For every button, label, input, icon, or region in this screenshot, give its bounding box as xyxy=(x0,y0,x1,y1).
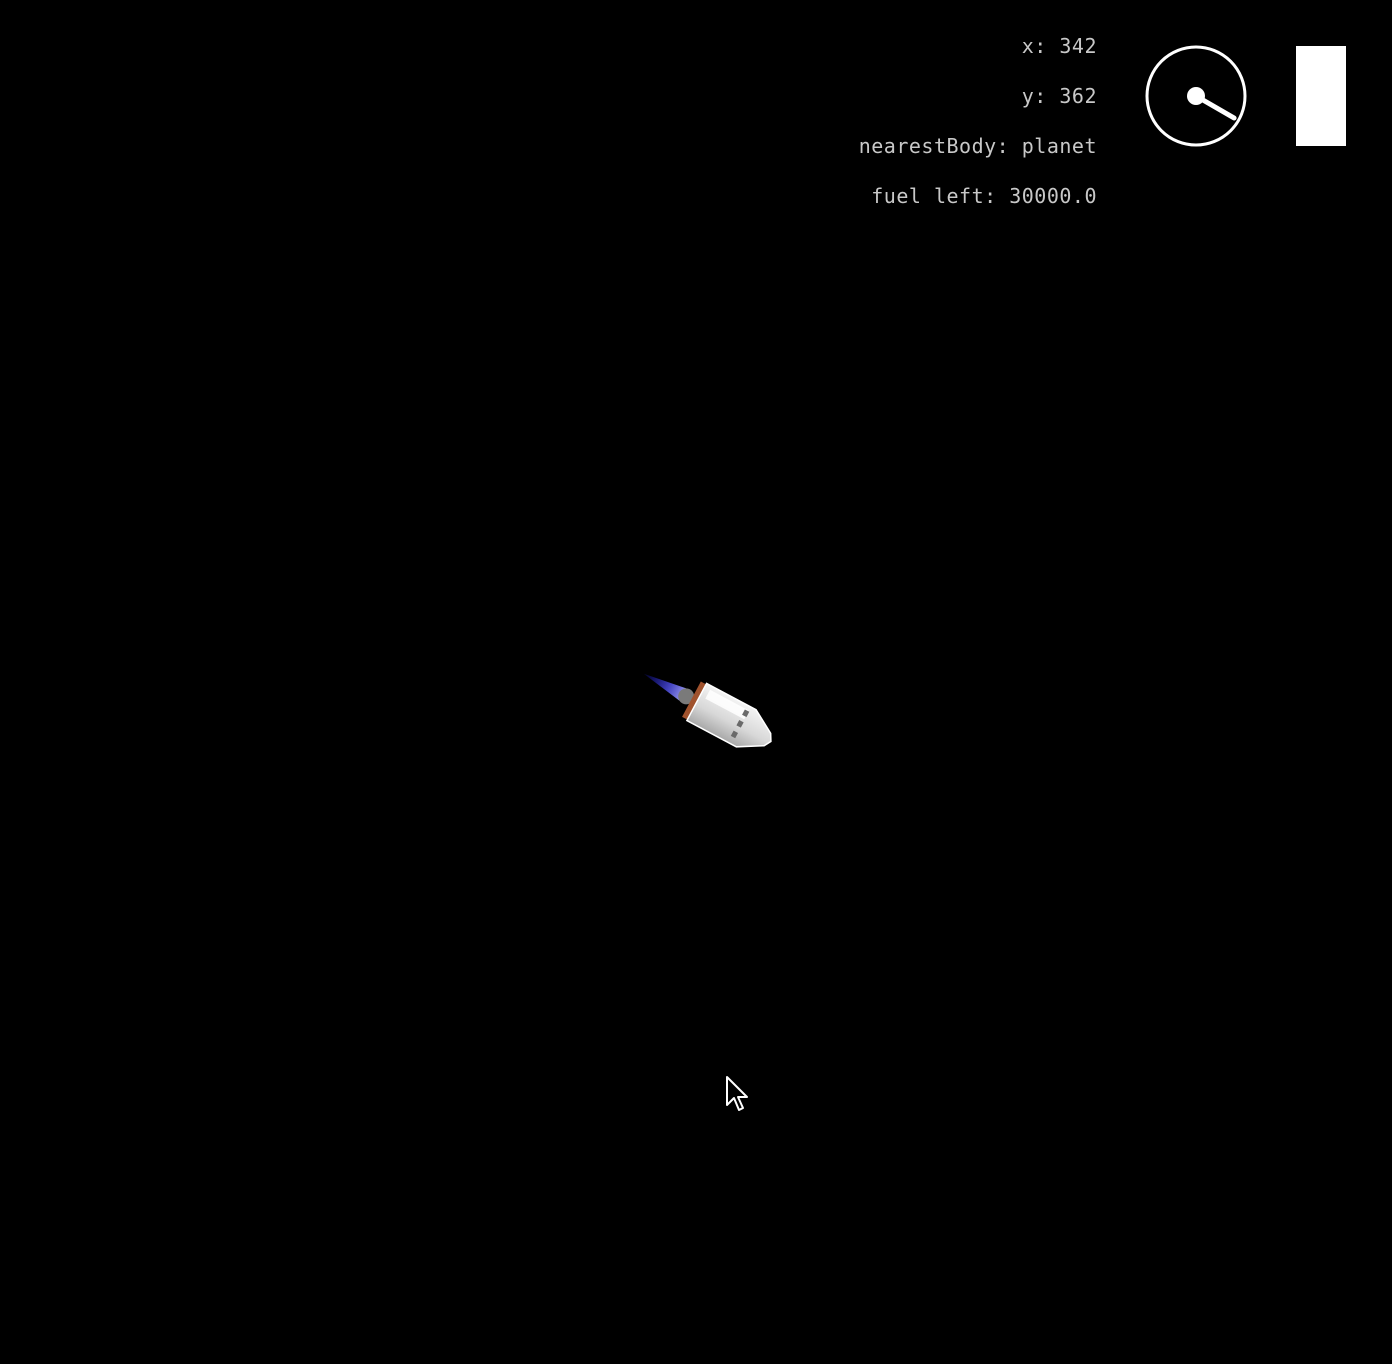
fuel-gauge-fill xyxy=(1296,46,1346,146)
mouse-cursor-icon xyxy=(726,1076,748,1111)
hud-fuel-label: fuel left: xyxy=(871,184,997,208)
hud-fuel-value: 30000.0 xyxy=(1009,184,1097,208)
compass-dial-icon xyxy=(1145,45,1247,147)
game-canvas[interactable]: x: 342 y: 362 nearestBody: planet fuel l… xyxy=(0,0,1392,1364)
hud-y-readout: y: 362 xyxy=(1022,84,1097,108)
hud-x-readout: x: 342 xyxy=(1022,34,1097,58)
hud-y-label: y: xyxy=(1021,84,1047,108)
hud-x-label: x: xyxy=(1021,34,1047,58)
hud-nearest-body-value: planet xyxy=(1021,134,1097,158)
hud-fuel-readout: fuel left: 30000.0 xyxy=(871,184,1097,208)
ship-hull xyxy=(685,682,772,748)
hud-nearest-body-label: nearestBody: xyxy=(858,134,1010,158)
rocket-ship-icon xyxy=(643,673,772,748)
hud-x-value: 342 xyxy=(1059,34,1097,58)
hud-nearest-body-readout: nearestBody: planet xyxy=(859,134,1097,158)
fuel-gauge-bar xyxy=(1296,46,1346,146)
hud-y-value: 362 xyxy=(1059,84,1097,108)
compass-needle xyxy=(1193,93,1237,121)
